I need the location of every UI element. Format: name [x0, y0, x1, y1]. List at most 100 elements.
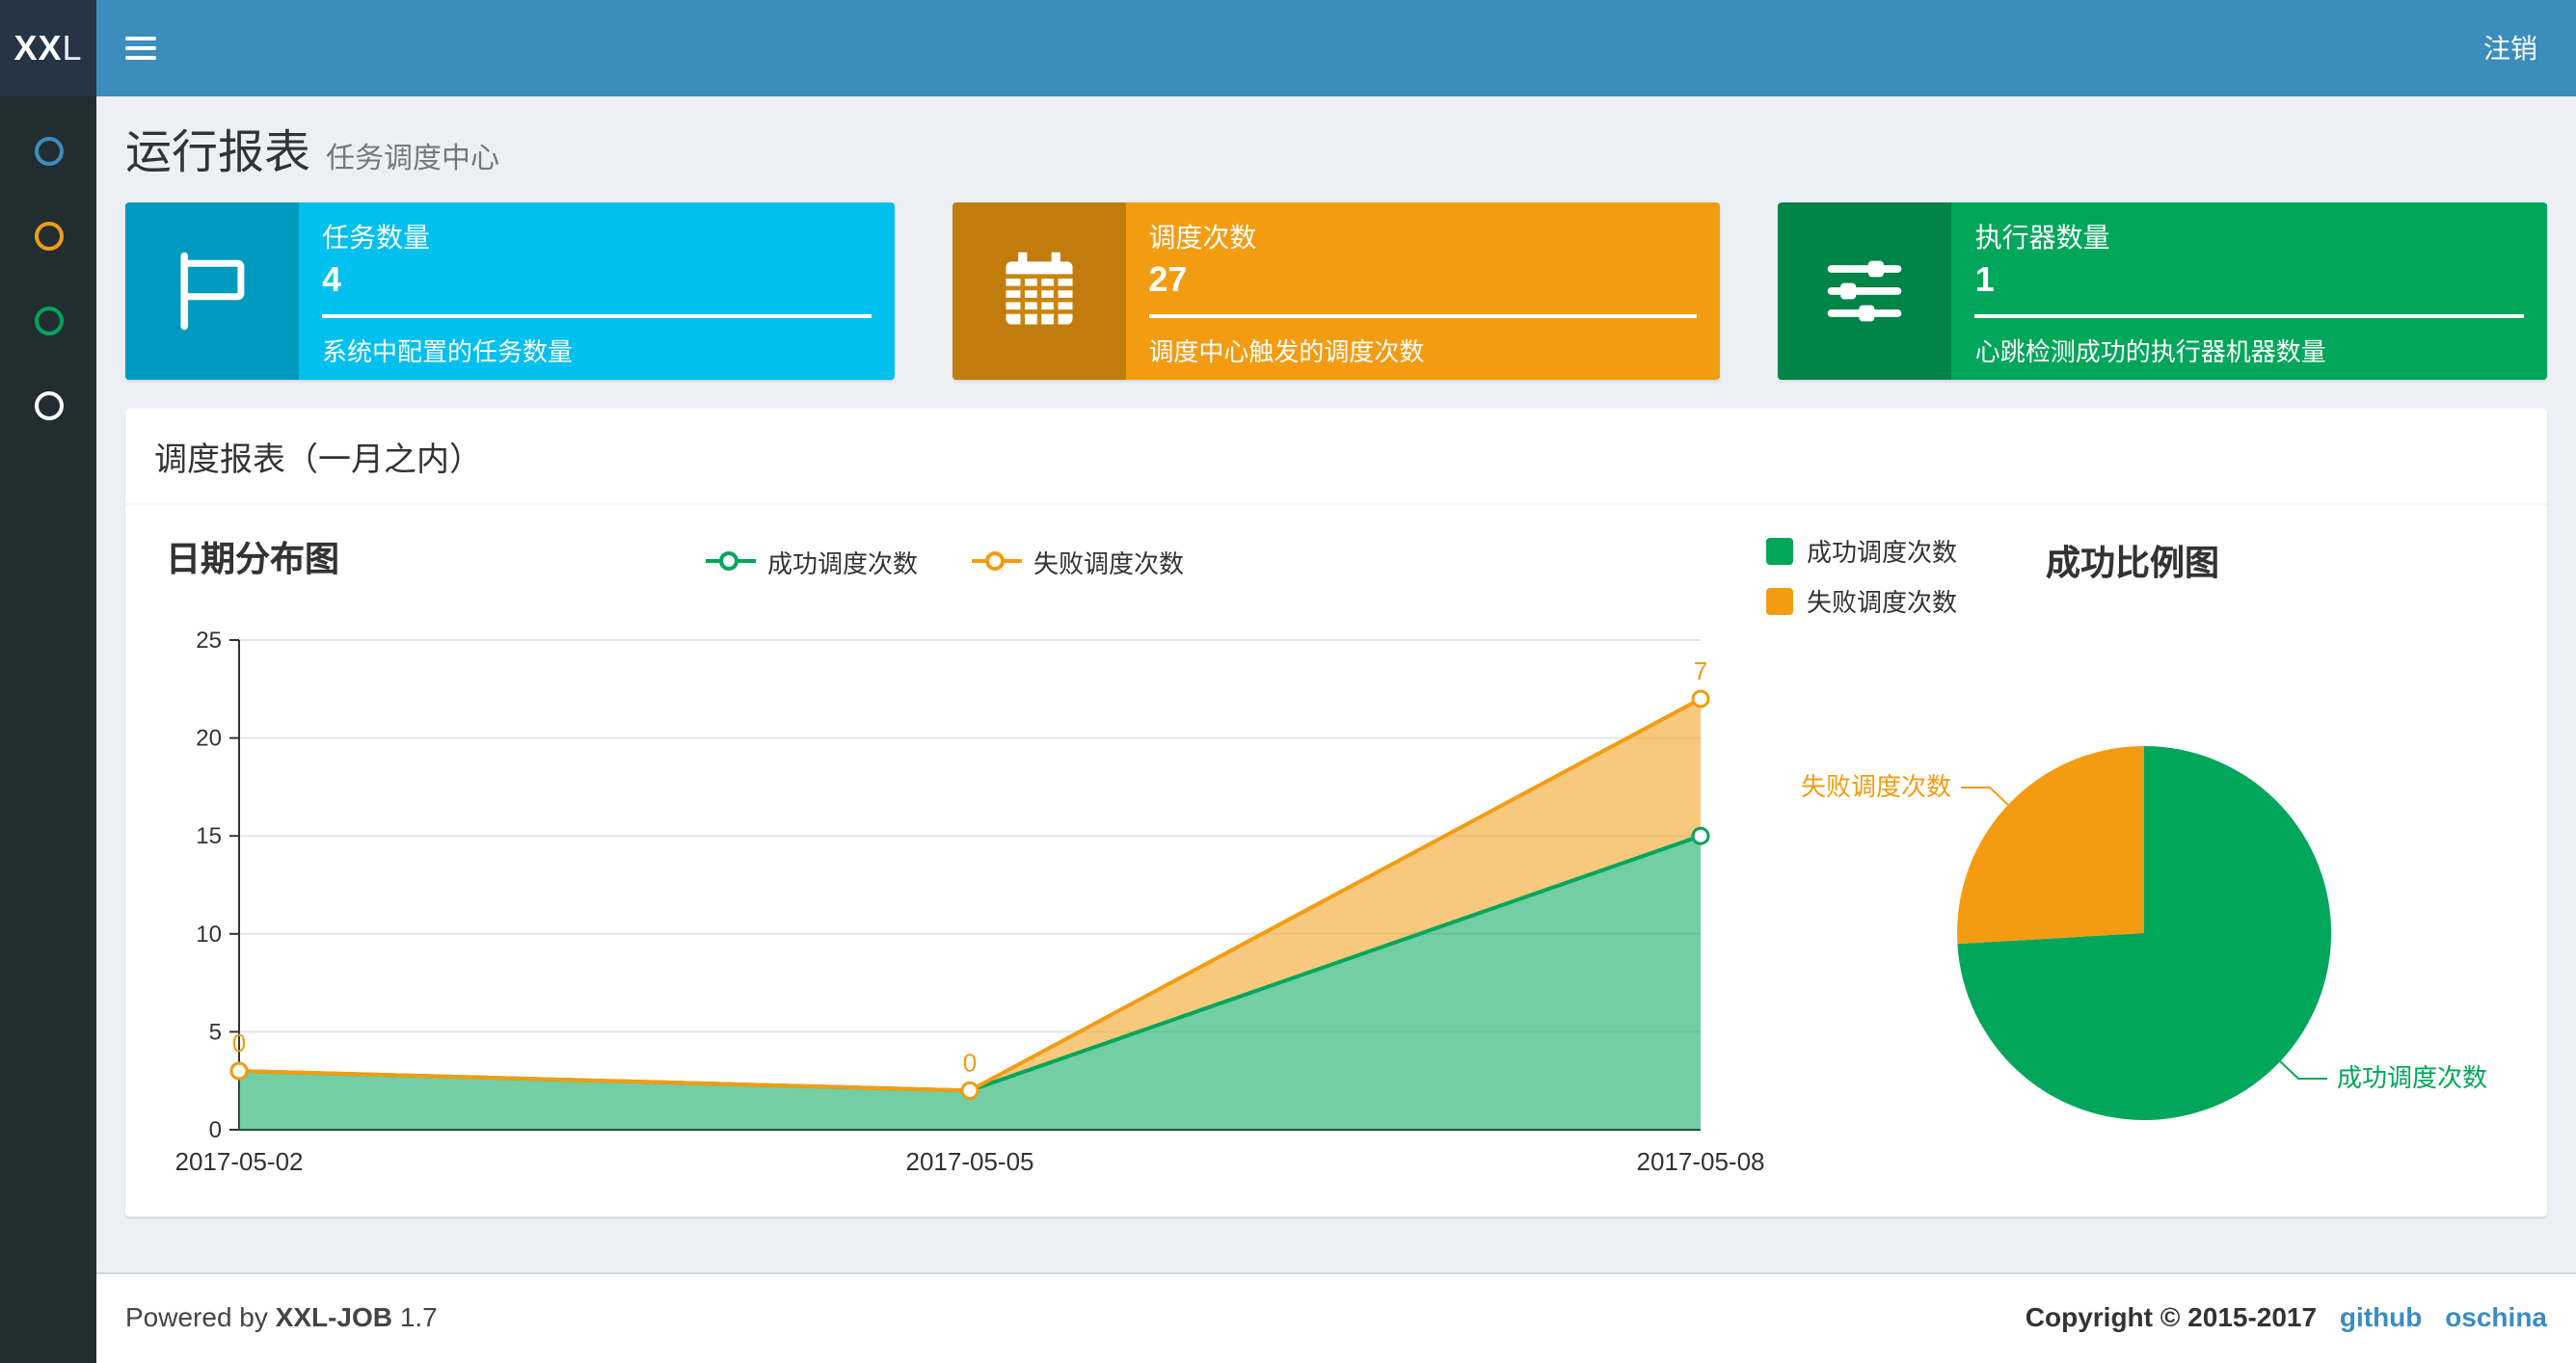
line-chart-canvas: 05101520250072017-05-02 2017-05-05 2017-05… — [175, 628, 1765, 1176]
pie-label-line — [1961, 787, 2009, 806]
top-navbar: XX L 注销 — [0, 0, 2576, 96]
x-axis-label: 2017-05-05 — [906, 1147, 1034, 1176]
legend-label: 失败调度次数 — [1807, 588, 1958, 617]
app-logo[interactable]: XX L — [0, 0, 96, 96]
x-axis-label: 2017-05-08 — [1637, 1147, 1765, 1176]
info-box-content: 执行器数量 1 心跳检测成功的执行器机器数量 — [1952, 202, 2547, 380]
info-box-description: 系统中配置的任务数量 — [322, 337, 574, 366]
logo-text-light: L — [62, 28, 83, 67]
main-content: 任务数量 4 系统中配置的任务数量 调度次数 27 调度中心触发的调度次数 执行… — [96, 202, 2576, 1216]
progress-track — [1148, 314, 1698, 318]
progress-track — [1974, 314, 2525, 318]
info-box-content: 任务数量 4 系统中配置的任务数量 — [299, 202, 894, 380]
pie-legend-swatch-icon — [1766, 537, 1793, 564]
pie-chart-header: 成功调度次数 失败调度次数 成功比例图 — [1758, 528, 2518, 619]
line-legend-marker-icon — [972, 549, 1022, 573]
info-box-title: 执行器数量 — [1974, 222, 2110, 253]
line-chart-header: 日期分布图 成功调度次数 失败调度次数 — [154, 528, 1735, 594]
flag-icon — [180, 252, 245, 331]
calendar-icon — [1005, 252, 1072, 325]
logout-link[interactable]: 注销 — [2445, 0, 2576, 96]
info-box-icon-area — [1778, 202, 1952, 380]
page-title-text: 运行报表 — [125, 127, 310, 179]
info-box-triggers: 调度次数 27 调度中心触发的调度次数 — [952, 202, 1721, 380]
legend-item-success[interactable]: 成功调度次数 — [1766, 532, 1957, 569]
info-box-value: 1 — [1974, 260, 1995, 299]
line-legend-marker-icon — [705, 549, 756, 573]
legend-label: 成功调度次数 — [1807, 538, 1958, 567]
footer-powered-by: Powered by XXL-JOB 1.7 — [125, 1301, 438, 1336]
legend-label: 成功调度次数 — [766, 548, 918, 577]
brand-text: XXL-JOB — [275, 1301, 393, 1332]
y-axis-label: 25 — [196, 628, 222, 654]
page-title: 运行报表 任务调度中心 — [125, 123, 2547, 191]
oschina-link[interactable]: oschina — [2445, 1301, 2547, 1332]
y-axis-label: 0 — [209, 1117, 222, 1143]
fail-point — [960, 1081, 979, 1100]
info-box-description: 调度中心触发的调度次数 — [1148, 337, 1425, 366]
fail-point — [1691, 689, 1710, 708]
sidebar-item-3[interactable] — [0, 278, 96, 362]
progress-bar — [1148, 314, 1698, 318]
y-axis-label: 5 — [209, 1019, 222, 1045]
info-box-executors: 执行器数量 1 心跳检测成功的执行器机器数量 — [1778, 202, 2548, 380]
y-axis-label: 20 — [196, 726, 222, 752]
panel-body: 日期分布图 成功调度次数 失败调度次数 0 5 10 15 20 25 0 0 … — [125, 505, 2547, 1216]
fail-point-label: 7 — [1694, 656, 1707, 685]
info-box-description: 心跳检测成功的执行器机器数量 — [1974, 337, 2326, 366]
pie-slice-label: 成功调度次数 — [2337, 1063, 2487, 1092]
pie-chart-title: 成功比例图 — [2046, 544, 2220, 582]
pie-chart-canvas: 成功调度次数 失败调度次数 — [1801, 746, 2487, 1120]
date-distribution-chart: 日期分布图 成功调度次数 失败调度次数 0 5 10 15 20 25 0 0 … — [154, 528, 1765, 1197]
y-axis-label: 10 — [196, 922, 222, 948]
success-ratio-chart: 成功调度次数 失败调度次数 成功比例图 成功调度次数 失败调度次数 — [1758, 528, 2518, 1197]
pie-chart-legend: 成功调度次数 失败调度次数 — [1766, 532, 1957, 619]
report-panel: 调度报表（一月之内） 日期分布图 成功调度次数 失败调度次数 0 5 10 15… — [125, 409, 2547, 1216]
footer-copyright: Copyright © 2015-2017 github oschina — [2026, 1301, 2547, 1336]
sidebar-item-4[interactable] — [0, 362, 96, 447]
info-box-value: 27 — [1148, 260, 1188, 299]
legend-item-fail[interactable]: 失败调度次数 — [1766, 582, 1957, 619]
pie-slice-label: 失败调度次数 — [1801, 772, 1951, 801]
success-point — [1691, 826, 1710, 845]
info-box-icon-area — [125, 202, 299, 380]
legend-item-success[interactable]: 成功调度次数 — [705, 543, 918, 579]
fail-point-label: 0 — [963, 1048, 977, 1077]
github-link[interactable]: github — [2340, 1301, 2423, 1332]
pie-slice — [1957, 746, 2144, 945]
page-subtitle: 任务调度中心 — [326, 143, 500, 175]
info-box-content: 调度次数 27 调度中心触发的调度次数 — [1125, 202, 1720, 380]
xxl-job-dashboard: XX L 注销 运行报表 任务调度中心 任务数量 4 系统中配置的任务数量 调度… — [0, 0, 2576, 1363]
info-box-jobs: 任务数量 4 系统中配置的任务数量 — [125, 202, 895, 380]
panel-title: 调度报表（一月之内） — [125, 409, 2547, 505]
progress-track — [322, 314, 872, 318]
info-box-title: 调度次数 — [1148, 222, 1257, 253]
sidebar-item-1[interactable] — [0, 108, 96, 193]
info-box-title: 任务数量 — [322, 222, 430, 253]
powered-text: Powered by — [125, 1301, 268, 1332]
sidebar-toggle-button[interactable] — [96, 0, 185, 96]
circle-icon — [34, 221, 63, 250]
circle-icon — [34, 390, 63, 419]
y-axis-label: 15 — [196, 823, 222, 849]
pie-legend-swatch-icon — [1766, 587, 1793, 614]
copyright-text: Copyright © 2015-2017 — [2025, 1301, 2318, 1332]
content-area: 运行报表 任务调度中心 任务数量 4 系统中配置的任务数量 调度次数 27 调度… — [96, 96, 2576, 1272]
sidebar — [0, 96, 96, 1363]
line-chart-legend: 成功调度次数 失败调度次数 — [154, 543, 1735, 579]
line-chart-title: 日期分布图 — [166, 540, 339, 578]
progress-bar — [1974, 314, 2525, 318]
sliders-icon — [1828, 260, 1903, 322]
fail-point-label: 0 — [232, 1029, 246, 1057]
fail-point — [229, 1061, 249, 1081]
x-axis-label: 2017-05-02 — [175, 1147, 304, 1176]
circle-icon — [34, 136, 63, 165]
version-text: 1.7 — [399, 1301, 438, 1332]
legend-label: 失败调度次数 — [1033, 548, 1185, 577]
legend-item-fail[interactable]: 失败调度次数 — [972, 543, 1184, 579]
page-header: 运行报表 任务调度中心 — [96, 96, 2576, 202]
progress-bar — [322, 314, 872, 318]
circle-icon — [34, 306, 63, 334]
sidebar-item-2[interactable] — [0, 193, 96, 278]
pie-label-line — [2279, 1060, 2327, 1080]
